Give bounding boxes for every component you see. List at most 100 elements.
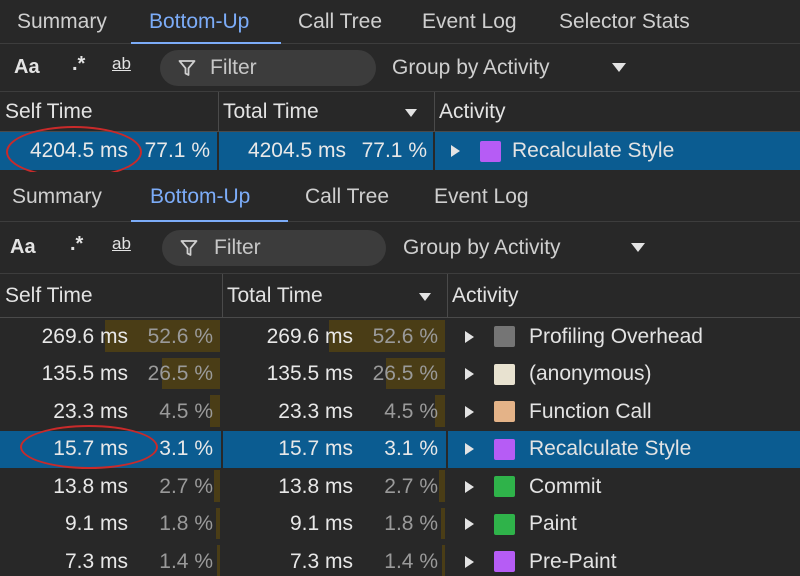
table-row[interactable]: 7.3 ms 1.4 % 7.3 ms 1.4 % Pre-Paint bbox=[0, 543, 800, 576]
column-header-total-time[interactable]: Total Time bbox=[222, 274, 447, 317]
column-header-activity[interactable]: Activity bbox=[447, 274, 800, 317]
column-header-self-time[interactable]: Self Time bbox=[0, 92, 218, 131]
table-row[interactable]: 13.8 ms 2.7 % 13.8 ms 2.7 % Commit bbox=[0, 468, 800, 506]
activity-color-swatch bbox=[494, 438, 515, 460]
filter-box[interactable] bbox=[162, 230, 386, 266]
total-time-percent: 3.1 % bbox=[384, 437, 438, 461]
total-time-percent: 1.8 % bbox=[384, 512, 438, 536]
top-performance-panel: Summary Bottom-Up Call Tree Event Log Select… bbox=[0, 0, 800, 172]
group-by-select[interactable]: Group by Activity bbox=[392, 56, 550, 80]
total-time-percent: 26.5 % bbox=[372, 362, 438, 386]
column-divider bbox=[433, 132, 435, 170]
regex-button[interactable]: .* bbox=[72, 53, 85, 76]
filter-input[interactable] bbox=[214, 235, 364, 261]
total-time-percent: 77.1 % bbox=[361, 139, 427, 162]
total-time-percent: 1.4 % bbox=[384, 549, 438, 573]
tab-bottom-up[interactable]: Bottom-Up bbox=[149, 10, 249, 34]
regex-button[interactable]: .* bbox=[70, 233, 83, 256]
activity-color-swatch bbox=[480, 140, 501, 162]
activity-color-swatch bbox=[494, 476, 515, 498]
activity-name: Recalculate Style bbox=[529, 437, 692, 461]
total-time-value: 269.6 ms bbox=[266, 324, 353, 348]
tab-event-log[interactable]: Event Log bbox=[422, 10, 517, 34]
self-time-percent: 77.1 % bbox=[144, 139, 210, 162]
tab-call-tree[interactable]: Call Tree bbox=[298, 10, 382, 34]
column-header-self-time[interactable]: Self Time bbox=[0, 274, 222, 317]
total-time-value: 15.7 ms bbox=[278, 437, 353, 461]
activity-color-swatch bbox=[494, 513, 515, 535]
table-header: Self Time Total Time Activity bbox=[0, 92, 800, 132]
expand-arrow-icon[interactable] bbox=[465, 368, 474, 381]
total-time-percent: 52.6 % bbox=[372, 324, 438, 348]
tab-event-log[interactable]: Event Log bbox=[434, 185, 529, 209]
tab-selector-stats[interactable]: Selector Stats bbox=[559, 10, 690, 34]
total-time-bar bbox=[441, 545, 445, 576]
column-divider bbox=[447, 274, 448, 318]
filter-input[interactable] bbox=[210, 55, 360, 81]
toolbar: Aa .* ab Group by Activity bbox=[0, 44, 800, 92]
total-time-percent: 4.5 % bbox=[384, 399, 438, 423]
tab-bar: Summary Bottom-Up Call Tree Event Log Select… bbox=[0, 0, 800, 44]
expand-arrow-icon[interactable] bbox=[451, 145, 460, 157]
total-time-value: 4204.5 ms bbox=[247, 139, 346, 162]
tab-call-tree[interactable]: Call Tree bbox=[305, 185, 389, 209]
total-time-value: 23.3 ms bbox=[278, 399, 353, 423]
expand-arrow-icon[interactable] bbox=[465, 555, 474, 568]
chevron-down-icon[interactable] bbox=[612, 63, 626, 72]
sort-descending-icon[interactable] bbox=[419, 293, 431, 301]
sort-descending-icon[interactable] bbox=[405, 109, 417, 117]
self-time-value: 135.5 ms bbox=[41, 362, 128, 386]
activity-name: Paint bbox=[529, 512, 577, 536]
total-time-value: 13.8 ms bbox=[278, 474, 353, 498]
tab-summary[interactable]: Summary bbox=[17, 10, 107, 34]
column-divider bbox=[218, 92, 219, 132]
table-row[interactable]: 135.5 ms 26.5 % 135.5 ms 26.5 % (anonymous) bbox=[0, 356, 800, 394]
chevron-down-icon[interactable] bbox=[631, 243, 645, 252]
expand-arrow-icon[interactable] bbox=[465, 443, 474, 456]
tab-bottom-up[interactable]: Bottom-Up bbox=[150, 185, 250, 209]
self-time-percent: 1.4 % bbox=[159, 549, 213, 573]
expand-arrow-icon[interactable] bbox=[465, 518, 474, 531]
table-row[interactable]: 269.6 ms 52.6 % 269.6 ms 52.6 % Profiling Ov… bbox=[0, 318, 800, 356]
whole-word-button[interactable]: ab bbox=[112, 54, 131, 74]
expand-arrow-icon[interactable] bbox=[465, 330, 474, 343]
whole-word-button[interactable]: ab bbox=[112, 234, 131, 254]
match-case-button[interactable]: Aa bbox=[10, 236, 36, 259]
self-time-percent: 26.5 % bbox=[147, 362, 213, 386]
column-divider bbox=[446, 430, 448, 468]
self-time-value: 23.3 ms bbox=[53, 399, 128, 423]
activity-name: (anonymous) bbox=[529, 362, 652, 386]
filter-box[interactable] bbox=[160, 50, 376, 86]
self-time-percent: 1.8 % bbox=[159, 512, 213, 536]
expand-arrow-icon[interactable] bbox=[465, 405, 474, 418]
activity-name: Function Call bbox=[529, 399, 652, 423]
toolbar: Aa .* ab Group by Activity bbox=[0, 222, 800, 274]
activity-color-swatch bbox=[494, 401, 515, 423]
total-time-value: 9.1 ms bbox=[289, 512, 353, 536]
table-row[interactable]: 15.7 ms 3.1 % 15.7 ms 3.1 % Recalculate Styl… bbox=[0, 430, 800, 468]
total-time-value: 135.5 ms bbox=[266, 362, 353, 386]
column-divider bbox=[434, 92, 435, 132]
self-time-value: 15.7 ms bbox=[53, 437, 128, 461]
tab-summary[interactable]: Summary bbox=[12, 185, 102, 209]
bottom-performance-panel: Summary Bottom-Up Call Tree Event Log Aa .* ab… bbox=[0, 172, 800, 576]
self-time-percent: 4.5 % bbox=[159, 399, 213, 423]
self-time-value: 4204.5 ms bbox=[29, 139, 128, 162]
self-time-percent: 52.6 % bbox=[147, 324, 213, 348]
total-time-bar bbox=[441, 507, 445, 539]
self-time-percent: 2.7 % bbox=[159, 474, 213, 498]
self-time-value: 13.8 ms bbox=[53, 474, 128, 498]
activity-name: Pre-Paint bbox=[529, 549, 617, 573]
self-time-bar bbox=[216, 545, 220, 576]
group-by-select[interactable]: Group by Activity bbox=[403, 236, 561, 260]
column-header-activity[interactable]: Activity bbox=[434, 92, 800, 131]
match-case-button[interactable]: Aa bbox=[14, 56, 40, 79]
table-row[interactable]: 9.1 ms 1.8 % 9.1 ms 1.8 % Paint bbox=[0, 506, 800, 544]
table-row[interactable]: 4204.5 ms 77.1 % 4204.5 ms 77.1 % Recalculat… bbox=[0, 132, 800, 170]
column-header-total-time[interactable]: Total Time bbox=[218, 92, 434, 131]
column-divider bbox=[222, 274, 223, 318]
table-row[interactable]: 23.3 ms 4.5 % 23.3 ms 4.5 % Function Call bbox=[0, 393, 800, 431]
self-time-value: 269.6 ms bbox=[41, 324, 128, 348]
expand-arrow-icon[interactable] bbox=[465, 480, 474, 493]
activity-name: Recalculate Style bbox=[512, 139, 675, 162]
